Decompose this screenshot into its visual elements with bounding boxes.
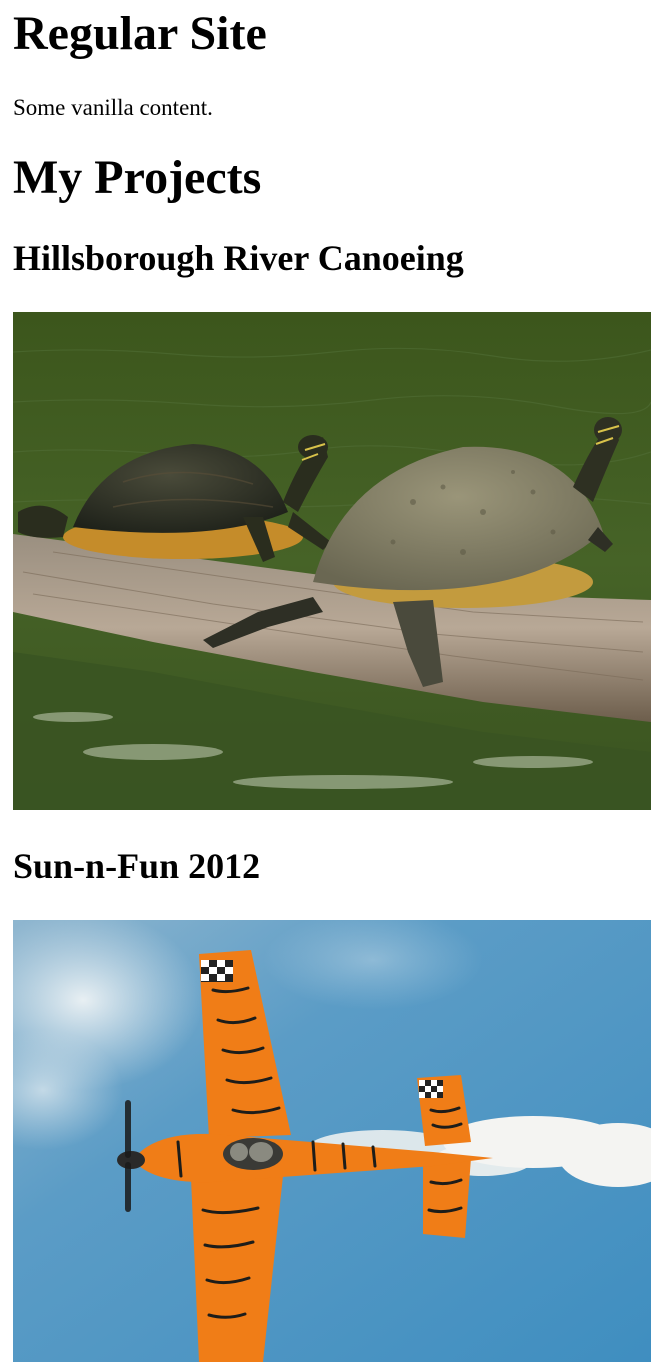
intro-text: Some vanilla content.	[13, 95, 213, 120]
project-title-sun-n-fun: Sun-n-Fun 2012	[13, 846, 261, 886]
projects-heading: My Projects	[13, 151, 262, 204]
page: Regular Site Some vanilla content. My Pr…	[0, 0, 664, 1362]
site-title: Regular Site	[13, 7, 267, 60]
project-image-airplane	[13, 920, 651, 1362]
project-title-canoeing: Hillsborough River Canoeing	[13, 238, 464, 278]
project-image-turtles	[13, 312, 651, 810]
